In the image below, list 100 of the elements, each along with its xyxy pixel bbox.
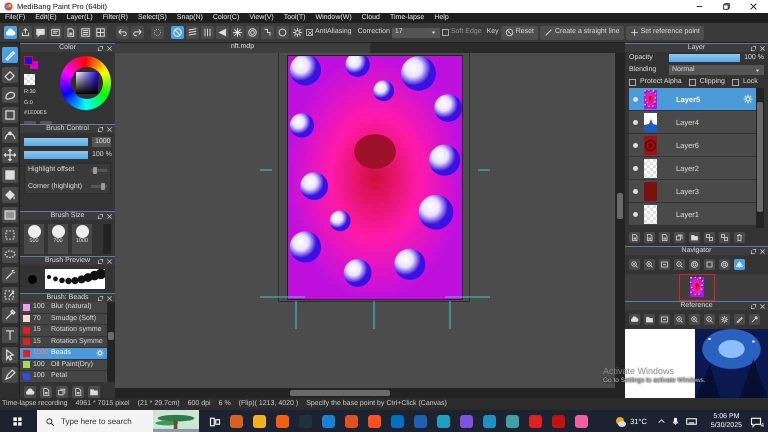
page-icon[interactable] [64,26,77,39]
app-tile-icon[interactable] [275,414,290,429]
app-tile-icon[interactable] [551,414,566,429]
brush-icon[interactable] [734,314,745,325]
eyedropper-icon[interactable] [749,314,760,325]
slider-thumb[interactable] [92,167,97,174]
layer-option-checkbox[interactable] [732,78,739,86]
app-tile-icon[interactable] [252,414,267,429]
eraser-icon[interactable] [2,67,18,83]
triangle-icon[interactable] [216,26,229,39]
share-icon[interactable] [19,26,32,39]
antialiasing-checkbox[interactable] [306,29,313,36]
scrollbar[interactable] [107,302,115,382]
gear-icon[interactable] [291,26,304,39]
folder-icon[interactable] [644,314,655,325]
soft-edge-checkbox[interactable] [442,29,449,36]
page-icon[interactable] [629,232,640,243]
page-icon[interactable] [40,386,52,398]
brush-dot-icon[interactable] [52,225,64,238]
page-icon[interactable] [659,232,670,243]
lasso-icon[interactable] [2,247,18,263]
pointer-icon[interactable] [2,347,18,363]
app-tile-icon[interactable] [321,414,336,429]
zoom-out-icon[interactable] [674,259,685,270]
popout-icon[interactable] [97,258,104,265]
view-frame[interactable] [678,274,714,301]
microphone-icon[interactable] [670,417,680,426]
dashed-square-pencil-icon[interactable] [2,287,18,303]
slider-thumb[interactable] [100,183,105,190]
curve-icon[interactable] [261,26,274,39]
popout-icon[interactable] [97,45,104,52]
brush-icon[interactable] [2,47,18,63]
square-icon[interactable] [704,259,715,270]
brush-dot-icon[interactable] [76,225,88,238]
filled-square-icon[interactable] [2,167,18,183]
dotted-circle-icon[interactable] [151,26,164,39]
chat-icon[interactable] [34,26,47,39]
windows-logo-icon[interactable] [12,416,23,427]
copy-icon[interactable] [56,386,68,398]
app-tile-icon[interactable] [436,414,451,429]
blob-icon[interactable] [2,87,18,103]
gear-icon[interactable] [719,314,730,325]
scrollbar[interactable] [115,388,625,398]
app-tile-icon[interactable] [459,414,474,429]
visibility-toggle[interactable] [633,142,638,148]
app-tile-icon[interactable] [505,414,520,429]
popout-icon[interactable] [97,295,104,302]
popout-icon[interactable] [97,213,104,220]
list-icon[interactable] [79,26,92,39]
app-tile-icon[interactable] [528,414,543,429]
parallel-lines-icon[interactable] [186,26,199,39]
layer-option-checkbox[interactable] [688,78,696,86]
layer-option-checkbox[interactable] [629,78,636,86]
slider-fill[interactable] [669,54,740,62]
app-tile-icon[interactable] [574,414,589,429]
move-icon[interactable] [2,147,18,163]
zoom-in-icon[interactable] [644,259,655,270]
merge-icon[interactable] [719,232,730,243]
zoom-out-icon[interactable] [704,314,715,325]
visibility-toggle[interactable] [633,188,638,194]
page-icon[interactable] [72,386,84,398]
zoom-in-icon[interactable] [689,314,700,325]
grid-icon[interactable] [94,26,107,39]
fit-icon[interactable] [659,259,670,270]
notification-icon[interactable] [750,416,762,428]
close-icon[interactable] [749,2,758,11]
app-tile-icon[interactable] [229,414,244,429]
rotate-icon[interactable] [719,259,730,270]
folder-icon[interactable] [689,232,700,243]
visibility-toggle[interactable] [633,166,638,170]
copy-icon[interactable] [674,232,685,243]
popout-icon[interactable] [750,248,757,255]
restore-icon[interactable] [722,2,731,11]
trash-icon[interactable] [734,232,745,243]
weather-icon[interactable] [615,416,628,428]
app-tile-icon[interactable] [482,414,497,429]
cloud-icon[interactable] [629,314,640,325]
dashed-square-icon[interactable] [2,227,18,243]
zoom-in-icon[interactable] [629,259,640,270]
undo-icon[interactable] [116,26,129,39]
scrollbar[interactable] [756,88,764,228]
square-icon[interactable] [2,107,18,123]
popout-icon[interactable] [97,126,104,133]
brush-dot-icon[interactable] [28,225,40,238]
keyboard-icon[interactable] [686,416,697,427]
app-tile-icon[interactable] [344,414,359,429]
circle-icon[interactable] [276,26,289,39]
cloud-icon[interactable] [24,386,36,398]
fit-icon[interactable] [659,314,670,325]
visibility-toggle[interactable] [633,212,638,216]
cloud-icon[interactable] [4,26,17,39]
flip-icon[interactable] [734,259,745,270]
bucket-icon[interactable] [2,187,18,203]
popout-icon[interactable] [750,45,757,52]
visibility-toggle[interactable] [633,96,638,102]
vertical-lines-icon[interactable] [201,26,214,39]
pen-icon[interactable] [2,367,18,383]
radial-lines-icon[interactable] [231,26,244,39]
redo-icon[interactable] [131,26,144,39]
no-sign-icon[interactable] [171,26,184,39]
